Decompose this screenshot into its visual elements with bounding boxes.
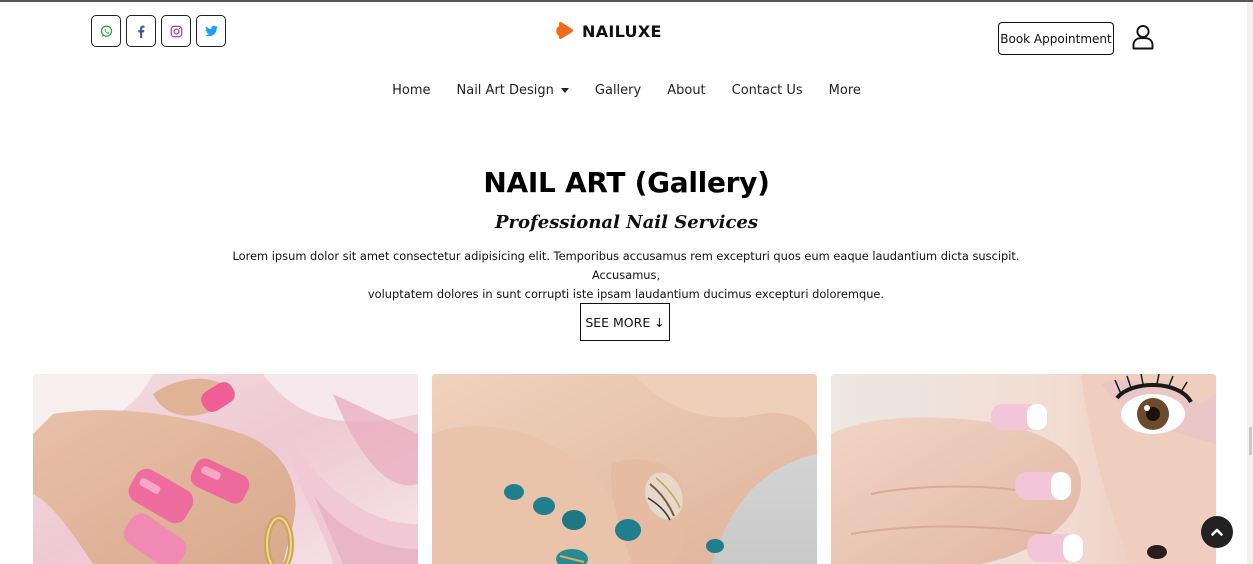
- arrow-up-icon: [1211, 528, 1223, 536]
- social-links: [91, 15, 226, 47]
- gallery-image-french-manicure[interactable]: [831, 374, 1216, 564]
- nav-item-home[interactable]: Home: [392, 83, 430, 98]
- main-nav: Home Nail Art Design Gallery About Conta…: [0, 83, 1253, 98]
- nav-item-about[interactable]: About: [667, 83, 705, 98]
- page-title: NAIL ART (Gallery): [483, 166, 770, 199]
- hero-description: Lorem ipsum dolor sit amet consectetur a…: [216, 247, 1036, 304]
- teal-toenails-image: [432, 374, 817, 564]
- play-logo-icon: [556, 21, 574, 40]
- user-icon[interactable]: [1131, 24, 1155, 50]
- book-appointment-button[interactable]: Book Appointment: [998, 22, 1114, 55]
- hero-description-line-2: voluptatem dolores in sunt corrupti iste…: [367, 287, 885, 301]
- whatsapp-icon: [100, 25, 112, 37]
- page-subtitle: Professional Nail Services: [494, 212, 759, 233]
- instagram-button[interactable]: [161, 15, 191, 47]
- whatsapp-button[interactable]: [91, 15, 121, 47]
- french-manicure-image: [831, 374, 1216, 564]
- scrollbar-thumb[interactable]: [1249, 427, 1252, 455]
- nav-item-more[interactable]: More: [829, 83, 861, 98]
- facebook-button[interactable]: [126, 15, 156, 47]
- brand-logo[interactable]: NAILUXE: [555, 21, 662, 41]
- nav-item-nail-art-design[interactable]: Nail Art Design: [457, 83, 569, 98]
- pink-nails-lily-image: [33, 374, 418, 564]
- gallery-image-pink-nails[interactable]: [33, 374, 418, 564]
- brand-name: NAILUXE: [582, 21, 662, 41]
- hero-description-line-1: Lorem ipsum dolor sit amet consectetur a…: [232, 249, 1020, 282]
- twitter-icon: [204, 25, 218, 37]
- top-border: [0, 0, 1253, 2]
- nav-item-contact-us[interactable]: Contact Us: [732, 83, 803, 98]
- twitter-button[interactable]: [196, 15, 226, 47]
- see-more-button[interactable]: SEE MORE ↓: [580, 303, 670, 341]
- gallery-image-teal-toenails[interactable]: [432, 374, 817, 564]
- caret-down-icon: [560, 88, 569, 93]
- scroll-to-top-button[interactable]: [1201, 516, 1233, 548]
- facebook-icon: [138, 25, 145, 38]
- nav-item-gallery[interactable]: Gallery: [595, 83, 641, 98]
- instagram-icon: [170, 25, 182, 37]
